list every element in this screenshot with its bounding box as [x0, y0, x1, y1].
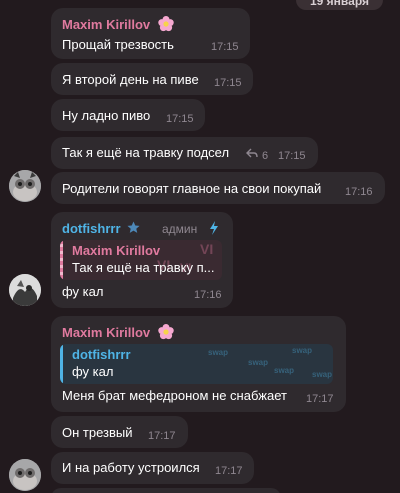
message-bubble[interactable]: [51, 488, 281, 493]
reply-text: Так я ещё на травку п...: [72, 260, 215, 275]
message-text: Так я ещё на травку подсел: [62, 145, 230, 160]
message-bubble[interactable]: Так я ещё на травку подсел 6 17:15: [51, 137, 318, 169]
message-bubble[interactable]: Я второй день на пиве 17:15: [51, 63, 253, 95]
reply-sender-name: dotfishrrr: [72, 347, 131, 362]
message-text: Ну ладно пиво: [62, 108, 151, 123]
admin-badge-label: админ: [162, 222, 198, 236]
reply-text: фу кал: [72, 364, 114, 379]
flower-emoji-icon: [157, 15, 175, 36]
message-time: 17:16: [194, 289, 222, 301]
date-pill: 19 января: [296, 0, 383, 10]
message-bubble[interactable]: Maxim Kirillov swap swap swap swap swap …: [51, 316, 346, 412]
reply-count[interactable]: 6: [262, 150, 268, 162]
message-bubble[interactable]: И на работу устроился 17:17: [51, 452, 254, 484]
message-time: 17:17: [148, 430, 176, 442]
reply-background-pattern: swap: [248, 358, 269, 367]
reply-bar: [60, 240, 63, 280]
message-text: И на работу устроился: [62, 460, 200, 475]
message-time: 17:15: [278, 150, 306, 162]
reply-arrow-icon[interactable]: [246, 148, 258, 162]
chat-area[interactable]: 19 января Maxim Kirillov Прощай трезвост…: [0, 0, 400, 493]
avatar[interactable]: [9, 170, 41, 202]
message-bubble[interactable]: Ну ладно пиво 17:15: [51, 99, 205, 131]
message-text: Меня брат мефедроном не снабжает: [62, 388, 287, 403]
reply-preview[interactable]: VI VI VI Maxim Kirillov Так я ещё на тра…: [60, 240, 222, 280]
sender-name[interactable]: Maxim Kirillov: [62, 17, 150, 32]
message-text: Я второй день на пиве: [62, 72, 199, 87]
avatar[interactable]: [9, 274, 41, 306]
flower-emoji-icon: [157, 323, 175, 344]
avatar[interactable]: [9, 459, 41, 491]
message-bubble[interactable]: Он трезвый 17:17: [51, 416, 188, 448]
message-time: 17:17: [215, 465, 243, 477]
message-bubble[interactable]: Maxim Kirillov Прощай трезвость 17:15: [51, 8, 250, 59]
message-text: Прощай трезвость: [62, 37, 174, 52]
message-time: 17:16: [345, 186, 373, 198]
reply-background-pattern: VI: [200, 241, 214, 257]
reply-preview[interactable]: swap swap swap swap swap dotfishrrr фу к…: [60, 344, 333, 384]
reply-sender-name: Maxim Kirillov: [72, 243, 161, 258]
message-text: фу кал: [62, 284, 104, 299]
message-time: 17:15: [214, 77, 242, 89]
message-time: 17:15: [166, 113, 194, 125]
lightning-icon: [209, 221, 219, 238]
sender-name[interactable]: dotfishrrr: [62, 221, 121, 236]
star-icon: [127, 221, 140, 237]
reply-background-pattern: swap: [208, 348, 229, 357]
message-time: 17:17: [306, 393, 334, 405]
message-bubble[interactable]: Родители говорят главное на свои покупай…: [51, 172, 385, 204]
message-time: 17:15: [211, 41, 239, 53]
message-text: Родители говорят главное на свои покупай: [62, 181, 322, 196]
reply-background-pattern: swap: [312, 370, 333, 379]
sender-name[interactable]: Maxim Kirillov: [62, 325, 150, 340]
message-text: Он трезвый: [62, 425, 133, 440]
message-bubble[interactable]: dotfishrrr админ VI VI VI Maxim Kirillov…: [51, 212, 233, 308]
reply-background-pattern: swap: [292, 346, 313, 355]
reply-background-pattern: swap: [274, 366, 295, 375]
reply-bar: [60, 344, 63, 384]
